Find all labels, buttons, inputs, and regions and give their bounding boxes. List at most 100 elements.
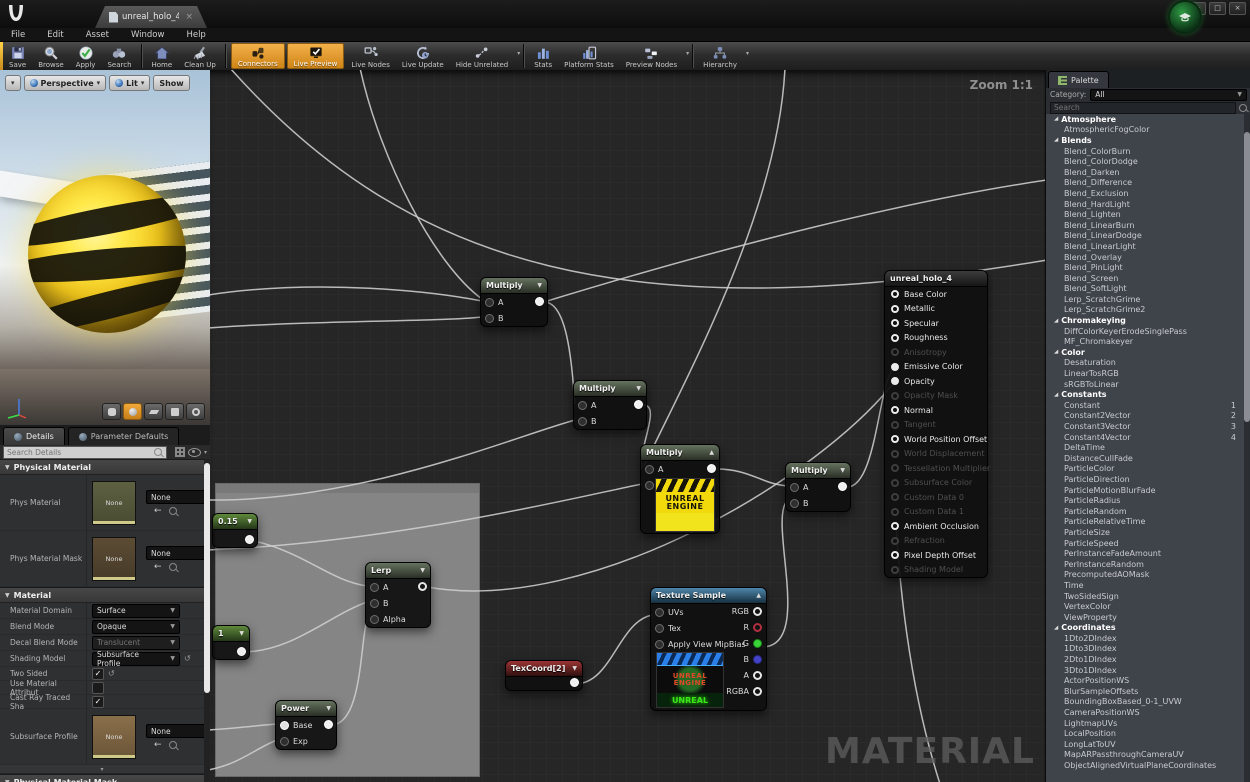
toolbar-button-save[interactable]: Save <box>3 42 32 70</box>
palette-search-input[interactable] <box>1050 102 1236 114</box>
menu-asset[interactable]: Asset <box>75 30 120 40</box>
palette-item-particlerandom[interactable]: ParticleRandom <box>1046 506 1244 517</box>
palette-item-2dto1dindex[interactable]: 2Dto1DIndex <box>1046 654 1244 665</box>
preview-shape-mesh-button[interactable] <box>186 403 205 420</box>
use-selected-icon[interactable]: ← <box>154 563 162 571</box>
node-header[interactable]: 0.15▼ <box>213 514 257 530</box>
palette-item-blend-screen[interactable]: Blend_Screen <box>1046 273 1244 284</box>
pin-rgb-output[interactable] <box>753 607 762 616</box>
pin-shading-model[interactable] <box>891 566 899 574</box>
palette-item-constant[interactable]: Constant1 <box>1046 400 1244 411</box>
palette-item-constant4vector[interactable]: Constant4Vector4 <box>1046 432 1244 443</box>
palette-item-constant3vector[interactable]: Constant3Vector3 <box>1046 421 1244 432</box>
tab-details[interactable]: Details <box>3 427 65 445</box>
asset-tab[interactable]: unreal_holo_4 × <box>95 6 207 28</box>
palette-item-blursampleoffsets[interactable]: BlurSampleOffsets <box>1046 686 1244 697</box>
pin-subsurface-color[interactable] <box>891 479 899 487</box>
pin-world-position-offset[interactable] <box>891 435 899 443</box>
palette-item-camerapositionws[interactable]: CameraPositionWS <box>1046 707 1244 718</box>
collapse-caret-icon[interactable]: ▼ <box>636 385 641 392</box>
pin-b-input[interactable] <box>578 417 587 426</box>
toolbar-button-hierarchy[interactable]: Hierarchy▾ <box>697 42 749 70</box>
pin-rgba-output[interactable] <box>753 687 762 696</box>
node-header[interactable]: unreal_holo_4 <box>885 271 987 287</box>
menu-edit[interactable]: Edit <box>36 30 74 40</box>
pin-b-input[interactable] <box>790 499 799 508</box>
output-pin[interactable] <box>570 678 579 687</box>
output-pin[interactable] <box>324 720 333 729</box>
palette-item-twosidedsign[interactable]: TwoSidedSign <box>1046 591 1244 602</box>
toolbar-button-connectors[interactable]: Connectors <box>231 43 285 69</box>
advanced-expander[interactable]: ▾ <box>0 765 204 774</box>
palette-item-blend-linearlight[interactable]: Blend_LinearLight <box>1046 241 1244 252</box>
palette-category-color[interactable]: ◢Color <box>1046 347 1244 358</box>
pin-specular[interactable] <box>891 319 899 327</box>
collapse-caret-icon[interactable]: ▼ <box>840 467 845 474</box>
palette-item-boundingboxbased-0-1-uvw[interactable]: BoundingBoxBased_0-1_UVW <box>1046 697 1244 708</box>
asset-thumbnail[interactable]: None <box>92 537 136 581</box>
node-constant-1[interactable]: 1▼ <box>212 625 250 660</box>
toolbar-button-platform-stats[interactable]: Platform Stats <box>558 42 620 70</box>
preview-shape-sphere-button[interactable] <box>123 403 142 420</box>
preview-shape-plane-button[interactable] <box>144 403 163 420</box>
tab-parameter-defaults[interactable]: Parameter Defaults <box>68 427 180 445</box>
palette-item-blend-pinlight[interactable]: Blend_PinLight <box>1046 262 1244 273</box>
palette-item-particlespeed[interactable]: ParticleSpeed <box>1046 538 1244 549</box>
asset-dropdown[interactable]: None▼ <box>146 724 204 738</box>
node-texcoord[interactable]: TexCoord[2]▼ <box>505 660 583 691</box>
pin-base-input[interactable] <box>280 721 289 730</box>
pin-custom-data-1[interactable] <box>891 508 899 516</box>
palette-item-particlesize[interactable]: ParticleSize <box>1046 527 1244 538</box>
node-header[interactable]: Texture Sample▲ <box>651 588 766 604</box>
pin-normal[interactable] <box>891 406 899 414</box>
pin-custom-data-0[interactable] <box>891 493 899 501</box>
reset-to-default-icon[interactable]: ↺ <box>108 669 115 678</box>
palette-item-deltatime[interactable]: DeltaTime <box>1046 442 1244 453</box>
grid-view-icon[interactable] <box>175 447 185 457</box>
pin-b-input[interactable] <box>485 314 494 323</box>
asset-thumbnail[interactable]: None <box>92 481 136 525</box>
palette-item-constant2vector[interactable]: Constant2Vector2 <box>1046 411 1244 422</box>
pin-b-output[interactable] <box>753 655 762 664</box>
palette-item-particlemotionblurfade[interactable]: ParticleMotionBlurFade <box>1046 485 1244 496</box>
browse-asset-icon[interactable] <box>169 741 177 749</box>
dropdown-blend-mode[interactable]: Opaque▼ <box>92 620 180 634</box>
node-header[interactable]: 1▼ <box>213 626 249 642</box>
section-header-physical-material-mask[interactable]: ▼Physical Material Mask <box>0 774 204 782</box>
palette-item-time[interactable]: Time <box>1046 580 1244 591</box>
tab-palette[interactable]: Palette <box>1048 71 1109 88</box>
node-power[interactable]: Power▼BaseExp <box>275 700 337 750</box>
palette-item-blend-softlight[interactable]: Blend_SoftLight <box>1046 284 1244 295</box>
pin-a-input[interactable] <box>370 583 379 592</box>
viewport-button-show[interactable]: Show <box>153 75 189 91</box>
palette-item-vertexcolor[interactable]: VertexColor <box>1046 601 1244 612</box>
asset-dropdown[interactable]: None▼ <box>146 490 204 504</box>
pin-base-color[interactable] <box>891 290 899 298</box>
chevron-down-icon[interactable]: ▾ <box>746 50 749 57</box>
palette-item-lightmapuvs[interactable]: LightmapUVs <box>1046 718 1244 729</box>
checkbox-cast-ray-traced-sha[interactable]: ✓ <box>92 696 104 708</box>
palette-item-perinstancerandom[interactable]: PerInstanceRandom <box>1046 559 1244 570</box>
section-header-material[interactable]: ▼Material <box>0 587 204 603</box>
palette-item-particledirection[interactable]: ParticleDirection <box>1046 474 1244 485</box>
palette-item-blend-difference[interactable]: Blend_Difference <box>1046 178 1244 189</box>
pin-ambient-occlusion[interactable] <box>891 522 899 530</box>
reset-to-default-icon[interactable]: ↺ <box>184 654 191 663</box>
toolbar-button-live-update[interactable]: Live Update <box>396 42 450 70</box>
palette-item-srgbtolinear[interactable]: sRGBToLinear <box>1046 379 1244 390</box>
pin-opacity[interactable] <box>891 377 899 385</box>
toolbar-button-preview-nodes[interactable]: Preview Nodes▾ <box>620 42 689 70</box>
output-pin[interactable] <box>707 464 716 473</box>
node-texture-sample[interactable]: Texture Sample▲UVsTexApply View MipBiasR… <box>650 587 767 711</box>
pin-uvs-input[interactable] <box>655 608 664 617</box>
palette-item-blend-lighten[interactable]: Blend_Lighten <box>1046 209 1244 220</box>
output-pin[interactable] <box>245 535 254 544</box>
palette-scrollbar[interactable] <box>1244 114 1250 782</box>
community-badge-icon[interactable] <box>1168 0 1202 34</box>
palette-item-localposition[interactable]: LocalPosition <box>1046 728 1244 739</box>
pin-apply-view-mipbias-input[interactable] <box>655 640 664 649</box>
material-node-graph[interactable]: Multiply▼ABMultiply▼ABMultiply▲ABUNREALE… <box>210 70 1045 782</box>
toolbar-button-hide-unrelated[interactable]: Hide Unrelated▾ <box>450 42 521 70</box>
collapse-caret-icon[interactable]: ▼ <box>537 282 542 289</box>
node-lerp[interactable]: Lerp▼ABAlpha <box>365 562 431 628</box>
